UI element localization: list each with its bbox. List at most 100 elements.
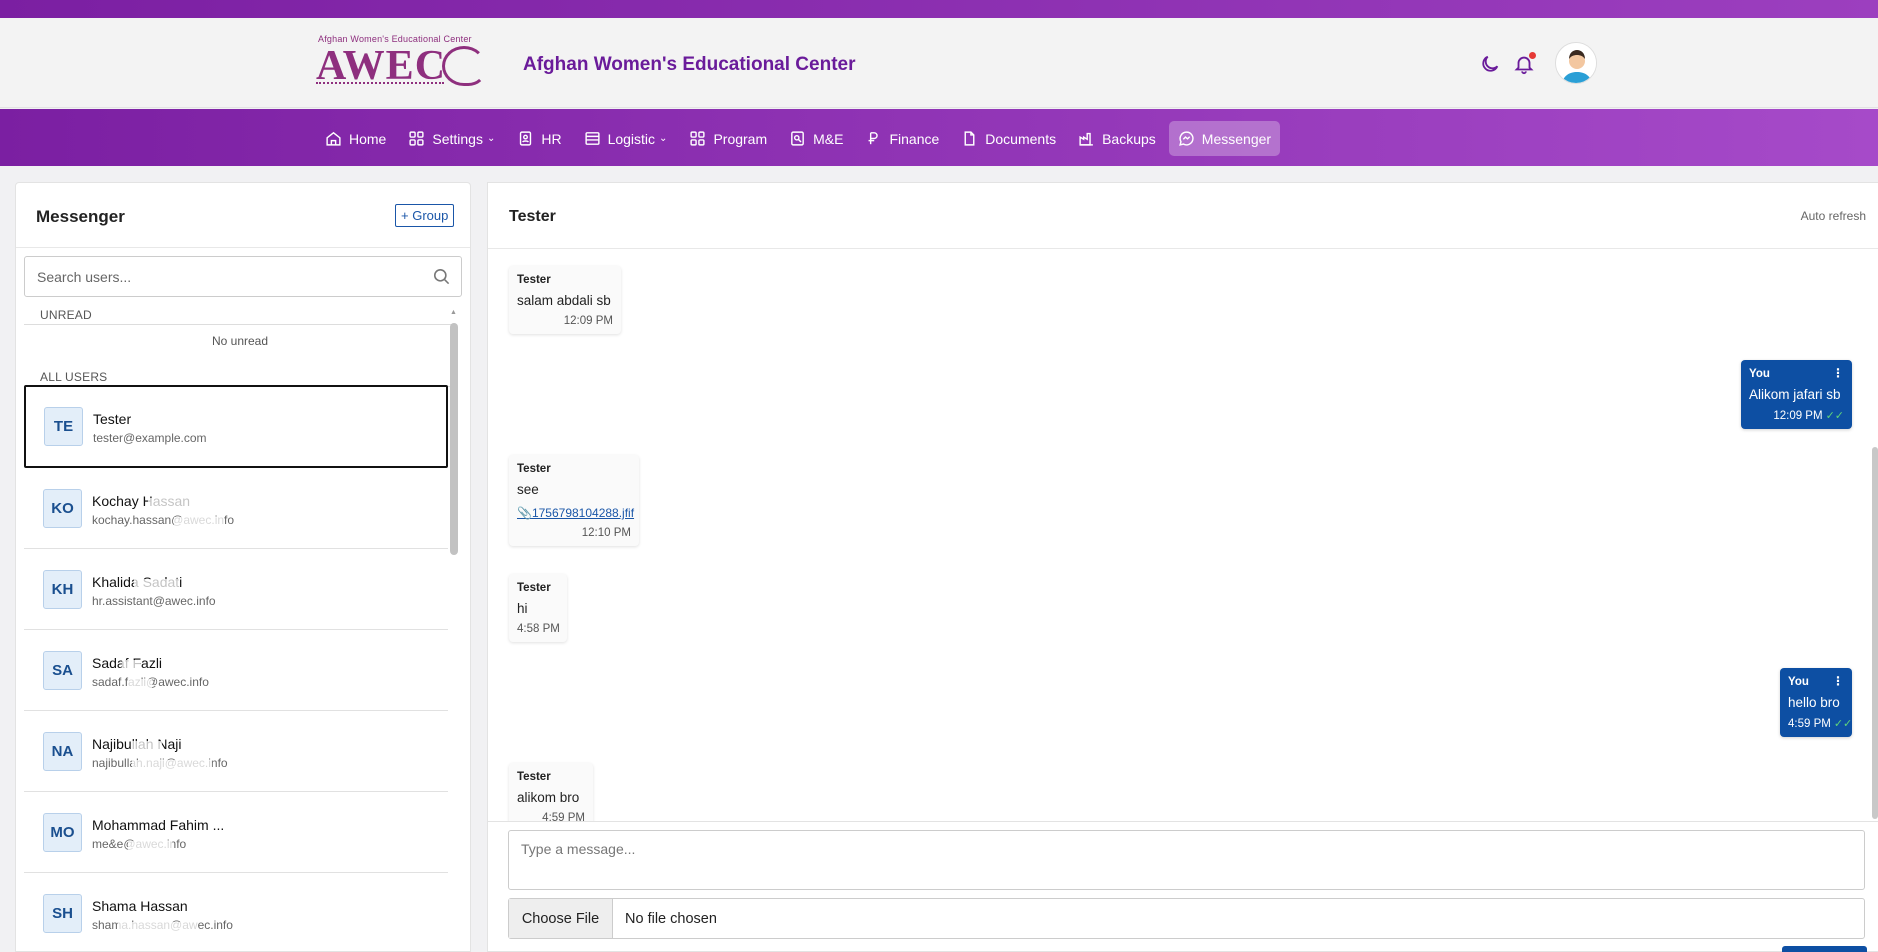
- read-check-icon: ✓✓: [1825, 410, 1844, 422]
- redaction-mark: [148, 498, 208, 508]
- chat-title: Tester: [509, 208, 556, 225]
- nav-program[interactable]: Program: [680, 121, 776, 156]
- message-text: salam abdali sb: [517, 293, 611, 308]
- user-item[interactable]: SH Shama Hassan shama.hassan@awec.info: [24, 873, 448, 952]
- message-list: Tester salam abdali sb 12:09 PM ⋮ You Al…: [488, 249, 1878, 821]
- redaction-mark: [128, 841, 172, 851]
- user-item[interactable]: MO Mohammad Fahim ... me&e@awec.info: [24, 792, 448, 873]
- main-navbar: Home Settings ⌄ HR Logistic ⌄ Program M&…: [0, 109, 1878, 166]
- dark-mode-toggle[interactable]: [1478, 52, 1502, 76]
- message-time: 12:10 PM: [581, 527, 631, 539]
- user-search: [24, 256, 462, 297]
- message-bubble: ⋮ You Alikom jafari sb 12:09 PM ✓✓: [1741, 360, 1852, 429]
- user-name: Tester: [93, 411, 132, 427]
- message-text: hello bro: [1788, 695, 1840, 710]
- nav-label: HR: [541, 130, 562, 147]
- awec-logo[interactable]: Afghan Women's Educational Center AWEC: [316, 34, 492, 94]
- redaction-mark: [128, 679, 152, 689]
- messenger-sidebar: Messenger + Group UNREAD No unread ALL U…: [15, 182, 471, 952]
- choose-file-button[interactable]: Choose File: [509, 899, 613, 938]
- apps-icon: [690, 131, 706, 146]
- logo-emblem: [442, 46, 486, 86]
- message-bubble: Tester salam abdali sb 12:09 PM: [509, 266, 621, 334]
- user-item[interactable]: TE Tester tester@example.com: [24, 385, 448, 468]
- file-attachment-input[interactable]: Choose File No file chosen: [508, 898, 1865, 939]
- nav-logistic[interactable]: Logistic ⌄: [575, 121, 677, 156]
- send-button[interactable]: [1782, 946, 1867, 952]
- message-time-text: 12:09 PM: [1773, 410, 1823, 422]
- message-time: 12:09 PM ✓✓: [1749, 409, 1844, 422]
- table-icon: [584, 132, 600, 145]
- user-initials-avatar: SA: [43, 651, 82, 690]
- chevron-down-icon: ⌄: [486, 133, 496, 144]
- auto-refresh-label[interactable]: Auto refresh: [1801, 209, 1866, 223]
- message-bubble: Tester alikom bro 4:59 PM: [509, 763, 593, 821]
- nav-label: Logistic: [607, 130, 656, 147]
- user-item[interactable]: NA Najibullah Naji najibullah.naji@awec.…: [24, 711, 448, 792]
- top-accent-strip: [0, 0, 1878, 18]
- message-sender: Tester: [517, 274, 551, 286]
- search-icon[interactable]: [432, 267, 451, 286]
- id-card-icon: [520, 131, 532, 146]
- user-list: TE Tester tester@example.com KO Kochay H…: [24, 385, 448, 952]
- message-menu-icon[interactable]: ⋮: [1832, 675, 1844, 687]
- chat-panel: Tester Auto refresh Tester salam abdali …: [487, 182, 1878, 952]
- user-initials-avatar: TE: [44, 407, 83, 446]
- message-time: 4:59 PM ✓✓: [1788, 717, 1852, 730]
- user-name: Mohammad Fahim ...: [92, 817, 225, 833]
- divider: [16, 247, 470, 248]
- message-sender: Tester: [517, 771, 551, 783]
- home-icon: [326, 131, 341, 146]
- nav-finance[interactable]: Finance: [856, 121, 948, 156]
- message-text: see: [517, 482, 539, 497]
- sidebar-title: Messenger: [36, 207, 125, 226]
- nav-backups[interactable]: Backups: [1069, 121, 1165, 156]
- nav-hr[interactable]: HR: [508, 121, 570, 156]
- user-initials-avatar: KH: [43, 570, 82, 609]
- redaction-mark: [132, 760, 212, 770]
- user-item[interactable]: SA Sadaf Fazli sadaf.fazli@awec.info: [24, 630, 448, 711]
- attachment-filename: 1756798104288.jfif: [531, 506, 635, 520]
- message-time: 12:09 PM: [563, 315, 613, 327]
- message-menu-icon[interactable]: ⋮: [1832, 367, 1844, 379]
- user-initials-avatar: MO: [43, 813, 82, 852]
- chat-icon: [1178, 131, 1194, 146]
- redaction-mark: [174, 517, 224, 527]
- user-list-scrollbar[interactable]: [450, 323, 458, 555]
- nav-label: Program: [713, 130, 768, 147]
- nav-label: M&E: [813, 130, 844, 147]
- message-input[interactable]: [508, 830, 1865, 890]
- message-text: hi: [517, 601, 528, 616]
- scroll-up-arrow[interactable]: ▲: [450, 309, 457, 316]
- nav-label: Finance: [889, 130, 940, 147]
- user-item[interactable]: KO Kochay Hassan kochay.hassan@awec.info: [24, 468, 448, 549]
- user-avatar[interactable]: [1555, 42, 1597, 84]
- nav-me[interactable]: M&E: [780, 121, 852, 156]
- monitor-icon: [791, 131, 804, 146]
- read-check-icon: ✓✓: [1833, 718, 1853, 730]
- logo-script-line: [316, 82, 444, 87]
- unread-heading: UNREAD: [40, 308, 92, 322]
- nav-home[interactable]: Home: [316, 121, 395, 156]
- redaction-mark: [132, 741, 162, 751]
- notifications-button[interactable]: [1512, 52, 1536, 76]
- message-sender: You: [1749, 368, 1770, 380]
- nav-settings[interactable]: Settings ⌄: [399, 121, 504, 156]
- add-group-button[interactable]: + Group: [395, 204, 455, 227]
- divider: [488, 821, 1878, 822]
- user-initials-avatar: KO: [43, 489, 82, 528]
- nav-documents[interactable]: Documents: [952, 121, 1065, 156]
- search-input[interactable]: [25, 257, 425, 296]
- grid-icon: [409, 131, 424, 146]
- message-bubble: Tester see 📎1756798104288.jfif 12:10 PM: [509, 455, 639, 546]
- divider: [24, 324, 456, 325]
- nav-messenger[interactable]: Messenger: [1168, 121, 1281, 156]
- paperclip-icon: 📎: [517, 506, 532, 520]
- chat-scrollbar[interactable]: [1872, 447, 1878, 819]
- redaction-mark: [118, 922, 198, 932]
- nav-label: Backups: [1102, 130, 1156, 147]
- message-bubble: ⋮ You hello bro 4:59 PM ✓✓: [1780, 668, 1852, 737]
- attachment-link[interactable]: 📎1756798104288.jfif: [517, 506, 635, 520]
- user-item[interactable]: KH Khalida Sadati hr.assistant@awec.info: [24, 549, 448, 630]
- message-time: 4:59 PM: [542, 812, 585, 821]
